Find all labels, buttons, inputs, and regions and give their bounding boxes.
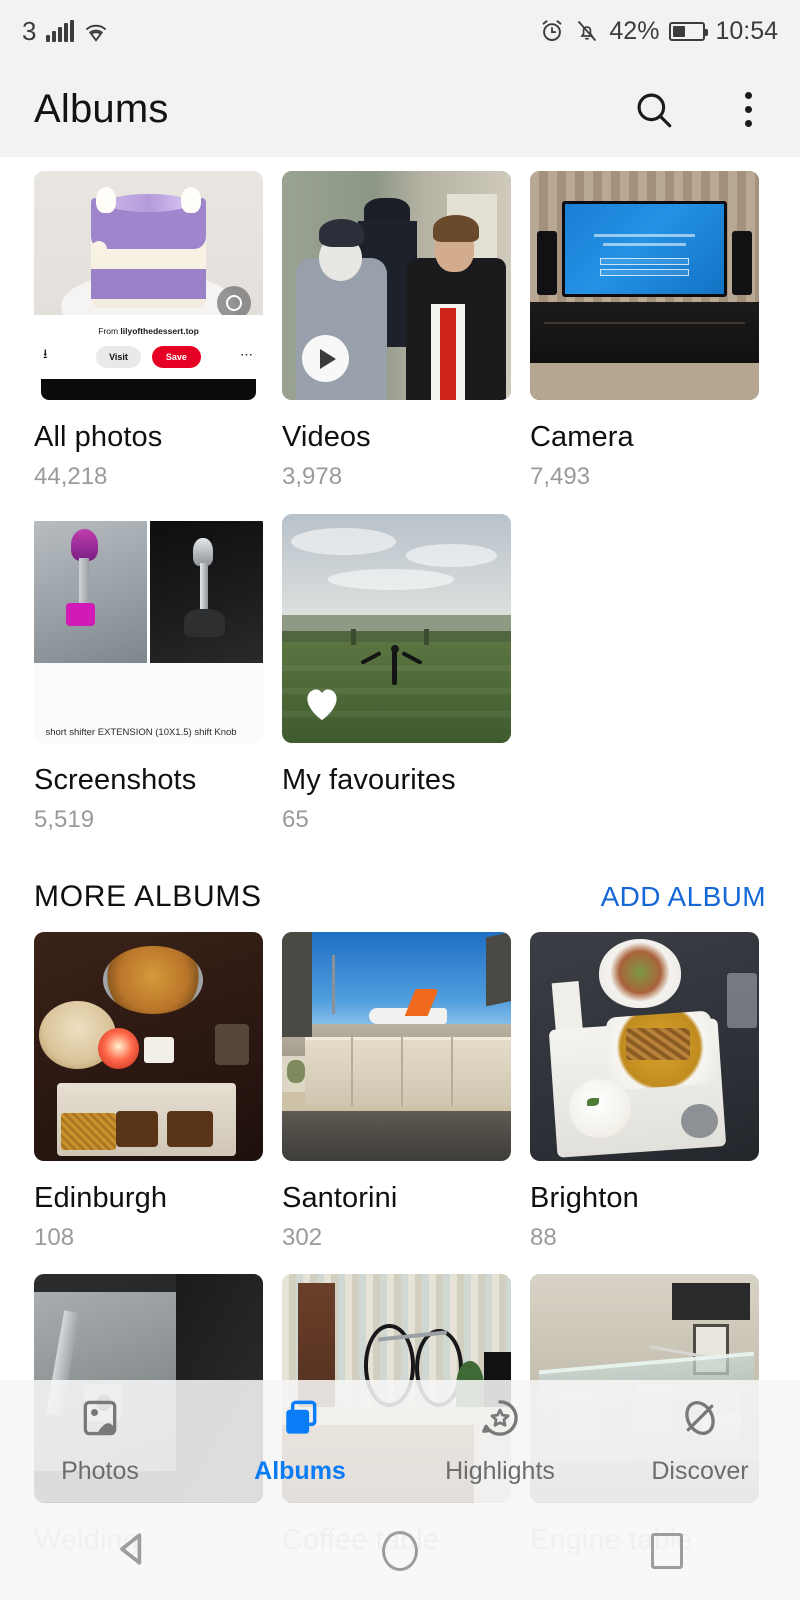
nav-tab-label: Albums [254, 1457, 346, 1485]
more-vertical-icon [744, 92, 752, 127]
wifi-icon [83, 20, 109, 42]
album-name: Camera [530, 421, 634, 453]
circle-home-icon [382, 1531, 418, 1571]
album-count: 302 [282, 1224, 323, 1251]
star-circle-icon [478, 1396, 522, 1445]
album-card-all-photos[interactable]: From lilyofthedessert.top Visit Save ⭳ ⋯… [34, 171, 278, 491]
edinburgh-meal-photo [34, 932, 263, 1161]
alarm-clock-icon [539, 18, 565, 44]
album-name: Videos [282, 421, 371, 453]
album-name: All photos [34, 421, 163, 453]
album-count: 7,493 [530, 463, 591, 490]
album-card-videos[interactable]: Videos 3,978 [282, 171, 526, 491]
album-name: My favourites [282, 764, 456, 796]
overflow-menu-button[interactable] [724, 86, 772, 134]
bottom-navigation-bar: Photos Albums Highlights Discover [0, 1380, 800, 1502]
album-thumbnail [34, 932, 263, 1161]
santorini-airport-photo [282, 932, 511, 1161]
status-bar-left: 3 [22, 16, 109, 47]
app-bar: Albums [0, 62, 800, 157]
album-card-camera[interactable]: Camera 7,493 [530, 171, 774, 491]
album-card-edinburgh[interactable]: Edinburgh 108 [34, 932, 278, 1252]
nav-tab-label: Photos [61, 1457, 139, 1485]
album-cell-empty [530, 514, 774, 834]
album-name: Screenshots [34, 764, 197, 796]
phone-screen: 3 42% 10:54 Albums From lilyofthedessert… [0, 0, 800, 1600]
triangle-back-icon [111, 1527, 155, 1576]
nav-tab-label: Discover [651, 1457, 749, 1485]
section-title: MORE ALBUMS [34, 880, 262, 913]
nav-tab-albums[interactable]: Albums [200, 1396, 400, 1486]
album-count: 88 [530, 1224, 557, 1251]
battery-percent-label: 42% [609, 16, 660, 45]
listing-caption: short shifter EXTENSION (10X1.5) shift K… [45, 727, 237, 738]
battery-icon [669, 21, 709, 41]
page-title: Albums [34, 87, 169, 131]
brighton-meal-photo [530, 932, 759, 1161]
album-name: Brighton [530, 1182, 639, 1214]
more-albums-header: MORE ALBUMS ADD ALBUM [0, 834, 800, 914]
add-album-button[interactable]: ADD ALBUM [601, 881, 766, 913]
android-system-navigation [0, 1502, 800, 1600]
favourite-heart-icon [300, 682, 344, 727]
nav-tab-highlights[interactable]: Highlights [400, 1396, 600, 1486]
album-card-my-favourites[interactable]: My favourites 65 [282, 514, 526, 834]
system-home-button[interactable] [267, 1531, 534, 1571]
search-button[interactable] [630, 86, 678, 134]
albums-stack-icon [278, 1396, 322, 1445]
pin-visit-button: Visit [96, 346, 141, 369]
album-card-brighton[interactable]: Brighton 88 [530, 932, 774, 1252]
tv-photo-artwork [530, 171, 759, 400]
pin-save-button: Save [151, 346, 201, 369]
app-bar-actions [630, 86, 772, 134]
nav-tab-label: Highlights [445, 1457, 555, 1485]
share-icon: ⭳ [43, 346, 48, 362]
status-bar-right: 42% 10:54 [539, 17, 778, 46]
album-count: 44,218 [34, 463, 108, 490]
album-card-santorini[interactable]: Santorini 302 [282, 932, 526, 1252]
shifter-listing-screenshot: short shifter EXTENSION (10X1.5) shift K… [34, 514, 263, 743]
album-thumbnail [282, 171, 511, 400]
search-icon [633, 89, 675, 131]
nav-tab-photos[interactable]: Photos [0, 1396, 200, 1486]
more-horizontal-icon: ⋯ [240, 347, 254, 363]
bell-off-icon [575, 18, 599, 44]
nav-tab-discover[interactable]: Discover [600, 1396, 800, 1486]
square-recents-icon [650, 1533, 683, 1569]
status-bar: 3 42% 10:54 [0, 0, 800, 62]
clock-label: 10:54 [715, 16, 778, 45]
album-count: 3,978 [282, 463, 343, 490]
signal-bars-icon [45, 20, 74, 42]
discover-globe-icon [678, 1396, 722, 1445]
album-thumbnail [282, 514, 511, 743]
system-back-button[interactable] [0, 1527, 267, 1576]
album-count: 5,519 [34, 806, 95, 833]
system-albums-grid-row1: From lilyofthedessert.top Visit Save ⭳ ⋯… [0, 157, 800, 491]
album-count: 108 [34, 1224, 75, 1251]
album-card-screenshots[interactable]: short shifter EXTENSION (10X1.5) shift K… [34, 514, 278, 834]
album-thumbnail [530, 932, 759, 1161]
system-albums-grid-row2: short shifter EXTENSION (10X1.5) shift K… [0, 491, 800, 834]
system-recents-button[interactable] [533, 1533, 800, 1569]
photo-icon [78, 1396, 122, 1445]
album-name: Santorini [282, 1182, 398, 1214]
album-thumbnail: From lilyofthedessert.top Visit Save ⭳ ⋯ [34, 171, 263, 400]
play-icon [302, 335, 349, 382]
carrier-label: 3 [22, 15, 37, 46]
cake-pinterest-screenshot: From lilyofthedessert.top Visit Save ⭳ ⋯ [34, 171, 263, 400]
album-name: Edinburgh [34, 1182, 168, 1214]
album-count: 65 [282, 806, 309, 833]
pin-source-line: From lilyofthedessert.top [98, 326, 199, 337]
album-thumbnail [282, 932, 511, 1161]
album-thumbnail: short shifter EXTENSION (10X1.5) shift K… [34, 514, 263, 743]
more-albums-grid-row1: Edinburgh 108 Santorini 302 Brighton 88 [0, 914, 800, 1252]
album-thumbnail [530, 171, 759, 400]
